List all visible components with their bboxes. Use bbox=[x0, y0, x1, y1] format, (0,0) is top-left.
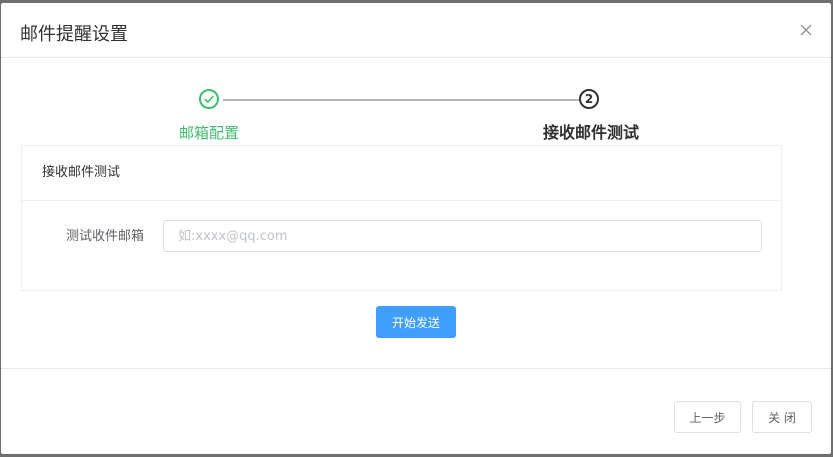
check-icon bbox=[199, 89, 219, 109]
start-send-button[interactable]: 开始发送 bbox=[376, 306, 456, 338]
step-1-title: 邮箱配置 bbox=[179, 124, 240, 142]
close-button[interactable]: 关 闭 bbox=[752, 401, 812, 433]
dialog-header: 邮件提醒设置 bbox=[1, 3, 831, 58]
card-title: 接收邮件测试 bbox=[42, 165, 121, 180]
test-email-input[interactable] bbox=[163, 220, 762, 252]
close-icon[interactable] bbox=[799, 22, 813, 36]
card-header: 接收邮件测试 bbox=[22, 146, 781, 201]
email-reminder-dialog: 邮件提醒设置 邮箱配置 2 接收邮件测试 接收邮件测试 测试收件邮箱 开始发送 … bbox=[1, 3, 831, 454]
test-email-card: 接收邮件测试 测试收件邮箱 bbox=[21, 145, 782, 291]
steps: 邮箱配置 2 接收邮件测试 bbox=[1, 89, 831, 149]
step-2-title: 接收邮件测试 bbox=[543, 123, 640, 142]
step-connector-line bbox=[223, 99, 579, 101]
dialog-title: 邮件提醒设置 bbox=[20, 24, 128, 45]
step-2-number: 2 bbox=[579, 89, 599, 109]
test-email-label: 测试收件邮箱 bbox=[66, 229, 145, 244]
footer-divider bbox=[1, 368, 831, 369]
previous-step-button[interactable]: 上一步 bbox=[674, 401, 741, 433]
